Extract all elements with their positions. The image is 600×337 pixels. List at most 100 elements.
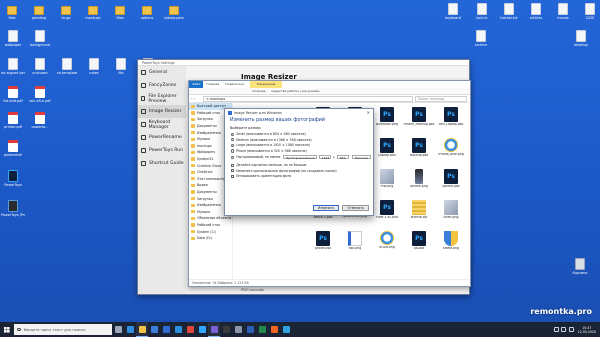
file-item[interactable]: iPhone_blue.png [435,138,467,157]
taskbar-app-store[interactable] [148,322,160,337]
desktop-icon[interactable]: unknown [28,58,52,75]
desktop-icon[interactable]: videos-pers [162,3,186,20]
taskbar-app-terminal[interactable] [220,322,232,337]
desktop-icon[interactable]: lock-in [470,3,494,20]
taskbar-app-excel[interactable] [256,322,268,337]
powertoys-nav-item[interactable]: Shortcut Guide [138,157,186,170]
network-icon[interactable] [553,327,559,332]
desktop-icon[interactable]: 2020 [578,3,600,20]
powertoys-nav-item[interactable]: Keyboard Manager [138,118,186,131]
desktop-icon[interactable]: ne-argued pers.txt [1,58,25,75]
file-item[interactable]: Ps Dell_Laptop.psd [435,107,467,127]
file-item[interactable]: Ps ps.psd [403,231,435,251]
size-radio-custom[interactable] [231,155,235,159]
tree-item[interactable]: Рабочий стол [189,222,232,229]
taskbar-app-explorer[interactable] [136,322,148,337]
desktop-icon[interactable]: mockups [81,3,105,20]
desktop-icon[interactable]: notes [82,58,106,75]
desktop-icon[interactable]: background [28,30,52,47]
image-resizer-dialog[interactable]: Image Resizer для Windows ✕ Изменить раз… [224,108,374,216]
desktop-icon[interactable]: wallpaper [1,30,25,47]
tree-item[interactable]: Объемные объекты [189,215,232,222]
taskbar-app-powertoys[interactable] [208,322,220,337]
address-path[interactable]: < mockups [203,95,413,102]
desktop-icon[interactable]: tracker.txt [497,3,521,20]
powertoys-nav-item[interactable]: File Explorer Preview [138,92,186,105]
taskbar-app-task-view[interactable] [112,322,124,337]
taskbar-app-mail[interactable] [160,322,172,337]
file-item[interactable]: shield.png [435,231,467,251]
powertoys-nav-item[interactable]: FancyZones [138,79,186,92]
width-input[interactable]: 1024 [319,154,332,160]
checkbox[interactable]: ✓ [231,174,235,178]
desktop-icon[interactable]: ce-template [55,58,79,75]
desktop-icon[interactable]: files [108,3,132,20]
powertoys-nav-item[interactable]: PowerRename [138,131,186,144]
file-item[interactable]: ie-old.png [371,231,403,250]
ribbon-tab[interactable]: Поделиться [222,81,247,88]
desktop-icon[interactable]: files [0,3,24,20]
desktop-icon[interactable]: articles [524,3,548,20]
desktop-icon[interactable]: powerto... [28,112,52,129]
taskbar-app-photoshop[interactable] [196,322,208,337]
desktop-icon[interactable]: printer.pdf [1,112,25,129]
file-item[interactable]: Ps iphone.psd [435,169,467,189]
file-item[interactable]: PsPixel 3 XL.psd [371,200,403,220]
explorer-search-input[interactable]: Поиск: mockups [415,95,467,102]
taskbar-clock[interactable]: 10:47 12.05.2020 [578,326,596,334]
size-radio[interactable] [231,149,235,153]
resize-button[interactable]: Изменить [313,205,340,211]
checkbox[interactable] [231,169,235,173]
desktop-icon[interactable]: Корзина [568,258,592,275]
size-radio[interactable] [231,143,235,148]
back-forward-arrows-icon[interactable]: ‹ › [189,96,203,101]
desktop-icon[interactable]: file [109,58,133,75]
taskbar-app-firefox[interactable] [268,322,280,337]
taskbar-app-settings[interactable] [232,322,244,337]
desktop-icon[interactable]: pending [27,3,51,20]
tree-item[interactable]: System (C:) [189,228,232,235]
file-item[interactable]: doc.png [339,231,371,251]
file-item[interactable]: Ps Bluetooth.png [371,107,403,127]
resize-checkbox-row[interactable]: ✓ Игнорировать ориентацию фото [225,174,373,180]
size-option-custom[interactable]: Настраиваемый, не менее Пропорционально … [225,154,373,161]
start-button[interactable] [0,322,14,337]
taskbar-search-box[interactable]: Введите здесь текст для поиска [14,324,112,335]
file-item[interactable]: Ps Mockup.psd [403,138,435,158]
desktop-icon[interactable]: to-go [54,3,78,20]
ribbon-tab[interactable]: Файл [189,81,204,88]
powertoys-nav-item[interactable]: PowerToys Run [138,144,186,157]
unit-select[interactable]: Пиксели [352,154,371,160]
tree-item[interactable]: Data (D:) [189,235,232,242]
size-radio[interactable] [231,132,235,136]
desktop-icon[interactable]: keyboard [441,3,465,20]
powertoys-titlebar[interactable]: PowerToys Settings [138,60,469,66]
ribbon-subtab[interactable]: mockups [249,88,268,95]
ribbon-subtab[interactable]: Средства работы с рисунками [268,88,322,95]
file-item[interactable]: Ps iPhone_mockup.psd [403,107,435,127]
file-item[interactable]: Ps Laptop.psd [371,138,403,158]
powertoys-nav-item[interactable]: General [138,66,186,79]
desktop-icon[interactable]: archive [469,30,493,47]
desktop-icon[interactable]: win-efl-e.pdf [28,86,52,103]
taskbar-app-edge[interactable] [124,322,136,337]
ribbon-tab-manage[interactable]: Управление [250,81,282,88]
desktop-icon[interactable]: PowerToys [1,170,25,187]
desktop-icon[interactable]: PowerToys (Preview) [1,200,25,217]
desktop-icon[interactable]: options [135,3,159,20]
desktop-icon[interactable]: list-edit.pdf [1,86,25,103]
file-item[interactable]: iphone.png [403,169,435,189]
close-icon[interactable]: ✕ [367,110,370,115]
volume-icon[interactable] [561,327,567,332]
desktop-icon[interactable]: powershell [1,140,25,157]
checkbox[interactable] [231,163,235,167]
taskbar-app-word[interactable] [244,322,256,337]
resizer-titlebar[interactable]: Image Resizer для Windows [225,109,373,116]
cancel-button[interactable]: Отменить [342,205,369,211]
powertoys-nav-item[interactable]: Image Resizer [138,105,186,118]
language-icon[interactable] [568,327,574,332]
desktop-icon[interactable]: mouse [551,3,575,20]
ribbon-tab[interactable]: Главная [203,81,222,88]
desktop-icon[interactable]: desktop [569,30,593,47]
resize-mode-select[interactable]: Пропорционально [283,154,318,160]
